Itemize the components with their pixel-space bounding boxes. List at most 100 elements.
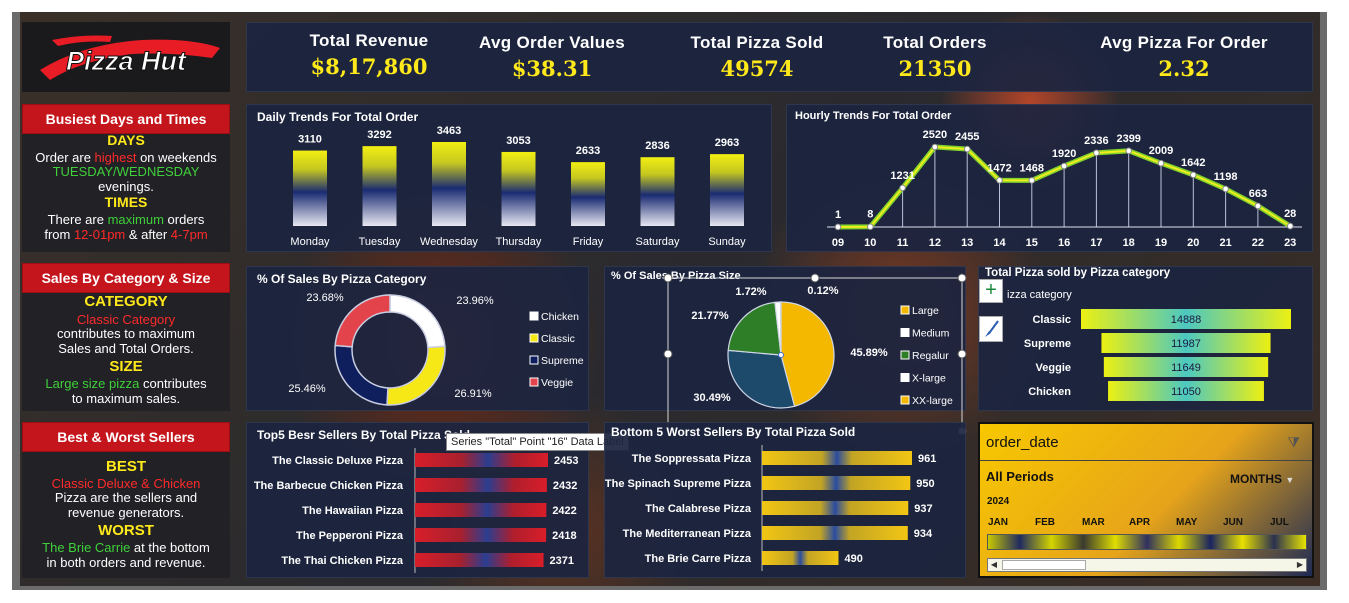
- category-funnel-chart[interactable]: Total Pizza sold by Pizza category + izz…: [978, 266, 1313, 411]
- text-highlight: Large size pizza: [45, 376, 140, 391]
- data-label: 8: [867, 209, 873, 221]
- size-line1: Large size pizza contributes: [22, 376, 230, 391]
- data-point: [867, 223, 874, 231]
- data-label: 14888: [1171, 314, 1202, 326]
- daily-trends-chart[interactable]: Daily Trends For Total Order 3110 Monday 3…: [246, 104, 772, 252]
- size-heading: SIZE: [109, 358, 143, 375]
- scroll-left-icon[interactable]: ◀: [988, 559, 1000, 571]
- legend-swatch: [529, 377, 539, 387]
- data-label: 1920: [1052, 148, 1076, 160]
- data-label: 2418: [552, 530, 576, 542]
- clear-filter-icon[interactable]: ⧩: [1288, 434, 1301, 451]
- data-label: 1472: [987, 162, 1011, 174]
- kpi-label: Total Pizza Sold: [690, 33, 824, 52]
- data-label: 2371: [550, 555, 574, 567]
- bar: [415, 478, 547, 492]
- tick-label: 12: [929, 237, 941, 249]
- legend-label: Regalur: [912, 350, 949, 362]
- month-jun[interactable]: JUN: [1223, 517, 1243, 528]
- data-point: [996, 176, 1003, 184]
- category-label: The Calabrese Pizza: [645, 503, 752, 515]
- best-worst-title: Best & Worst Sellers: [22, 422, 230, 452]
- month-may[interactable]: MAY: [1176, 517, 1197, 528]
- data-label: 2336: [1084, 135, 1108, 147]
- best-heading: BEST: [105, 458, 146, 475]
- legend-swatch: [900, 328, 910, 337]
- chevron-down-icon: ▼: [1285, 475, 1295, 485]
- month-feb[interactable]: FEB: [1035, 517, 1055, 528]
- legend-label: Supreme: [541, 355, 584, 367]
- tick-label: Thursday: [496, 236, 542, 248]
- category-label: Veggie: [1036, 362, 1071, 374]
- times-heading: TIMES: [104, 194, 148, 210]
- data-label: 26.91%: [454, 388, 492, 400]
- tick-label: 16: [1058, 237, 1070, 249]
- data-label: 950: [916, 478, 934, 490]
- bar: [762, 476, 911, 490]
- tick-label: Tuesday: [359, 236, 401, 248]
- category-label: The Classic Deluxe Pizza: [272, 455, 404, 467]
- tick-label: 17: [1090, 237, 1102, 249]
- kpi-total-revenue: Total Revenue $8,17,860: [269, 31, 469, 79]
- month-jan[interactable]: JAN: [988, 517, 1008, 528]
- category-label: The Brie Carre Pizza: [645, 553, 752, 565]
- month-mar[interactable]: MAR: [1082, 517, 1105, 528]
- days-line1: Order are highest on weekends: [22, 150, 230, 165]
- legend-label: Classic: [541, 333, 575, 345]
- legend-swatch: [529, 355, 539, 365]
- data-label: 1.72%: [735, 286, 766, 298]
- kpi-value: 2.32: [1158, 56, 1210, 81]
- days-heading: DAYS: [107, 132, 145, 148]
- data-label: 2009: [1149, 145, 1173, 157]
- kpi-label: Total Revenue: [309, 31, 429, 50]
- data-label: 2453: [554, 455, 578, 467]
- category-heading: CATEGORY: [84, 293, 168, 310]
- kpi-value: 21350: [898, 56, 972, 81]
- scroll-thumb[interactable]: [1002, 560, 1086, 570]
- category-highlight: Classic Category: [76, 312, 176, 327]
- month-apr[interactable]: APR: [1129, 517, 1150, 528]
- text-highlight: The Brie Carrie: [42, 540, 131, 555]
- timeline-unit-dropdown[interactable]: MONTHS ▼: [1230, 472, 1294, 486]
- timeline-bar[interactable]: [987, 534, 1307, 550]
- scroll-right-icon[interactable]: ▶: [1294, 559, 1306, 571]
- data-label: 3463: [437, 125, 461, 137]
- kpi-value: $8,17,860: [310, 54, 428, 79]
- data-label: 663: [1249, 188, 1267, 200]
- tick-label: Sunday: [708, 236, 746, 248]
- data-label: 21.77%: [691, 310, 729, 322]
- text-highlight: 12-01pm: [73, 227, 126, 242]
- legend-swatch: [529, 333, 539, 343]
- bar: [762, 501, 909, 515]
- month-jul[interactable]: JUL: [1270, 517, 1289, 528]
- bar: [432, 142, 466, 226]
- donut-slice: [334, 344, 389, 406]
- data-label: 3292: [367, 129, 391, 141]
- tick-label: 20: [1187, 237, 1199, 249]
- category-label: The Thai Chicken Pizza: [281, 555, 404, 567]
- funnel-svg: 14888 Classic 11987 Supreme 11649 Veggie 11050…: [1024, 309, 1291, 401]
- data-label: 45.89%: [850, 347, 888, 359]
- kpi-bar: Total Revenue $8,17,860 Avg Order Values $…: [246, 22, 1313, 92]
- tick-label: 21: [1219, 237, 1231, 249]
- category-label: The Hawaiian Pizza: [302, 505, 404, 517]
- busiest-title: Busiest Days and Times: [22, 104, 230, 134]
- category-label: The Mediterranean Pizza: [623, 528, 752, 540]
- legend-label: X-large: [912, 373, 946, 385]
- data-label: 3110: [298, 134, 322, 146]
- bottom5-sellers-chart[interactable]: Bottom 5 Worst Sellers By Total Pizza So…: [604, 422, 966, 578]
- size-pie-chart[interactable]: % Of Sales By Pizza Size 45.89% 30.49% 21.…: [604, 266, 966, 411]
- order-date-timeline[interactable]: order_date ⧩ All Periods MONTHS ▼ 2024 J…: [978, 422, 1314, 578]
- category-donut-chart[interactable]: % Of Sales By Pizza Category 23.96% 26.91…: [246, 266, 589, 411]
- tick-label: 15: [1026, 237, 1038, 249]
- data-label: 2399: [1116, 133, 1140, 145]
- data-label: 2455: [955, 131, 979, 143]
- data-point: [1254, 202, 1262, 210]
- divider: [980, 460, 1312, 461]
- hourly-trends-chart[interactable]: Hourly Trends For Total Order 1 09 8 10 1231…: [786, 104, 1313, 252]
- tick-label: Wednesday: [420, 236, 478, 248]
- best-line2: revenue generators.: [67, 505, 185, 520]
- data-point: [1125, 147, 1133, 155]
- timeline-scrollbar[interactable]: ◀ ▶: [987, 558, 1307, 572]
- data-point: [931, 143, 939, 151]
